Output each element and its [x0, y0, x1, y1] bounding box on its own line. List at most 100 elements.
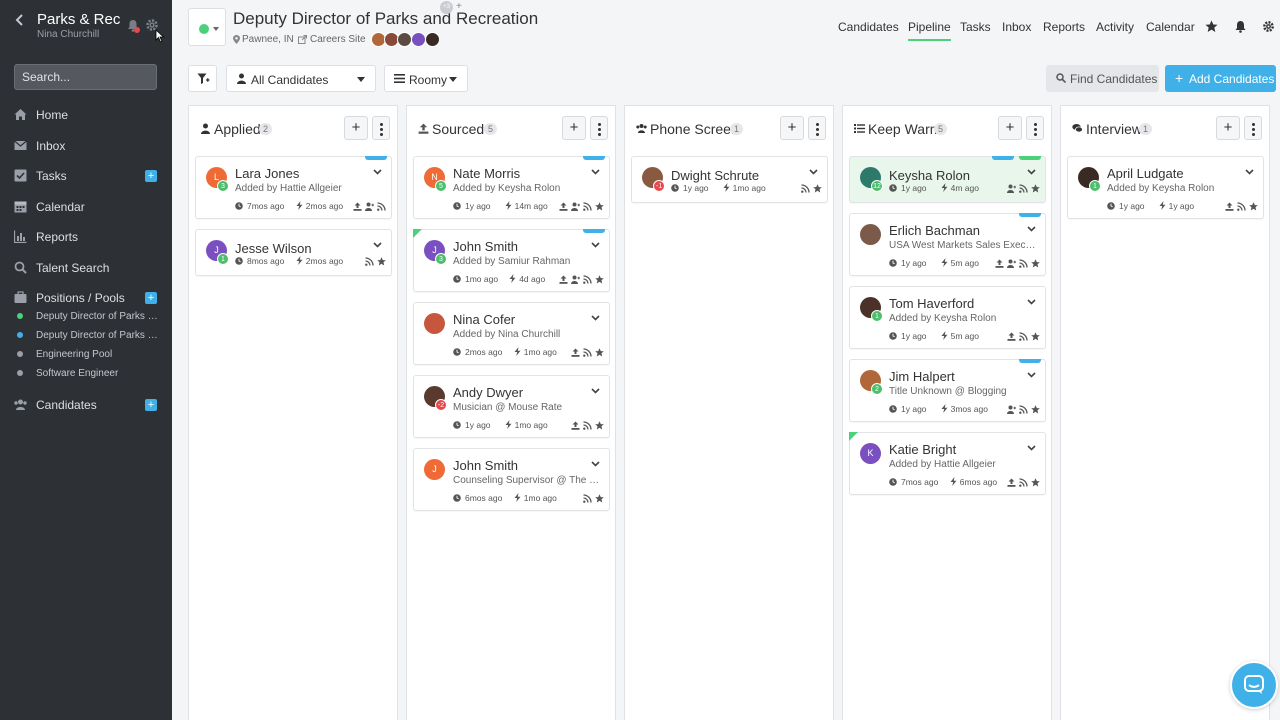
candidate-name[interactable]: Erlich Bachman: [889, 223, 980, 238]
avatar[interactable]: J: [424, 459, 445, 480]
position-item[interactable]: Deputy Director of Parks and Recreation: [0, 308, 172, 326]
nav-tasks[interactable]: Tasks +: [0, 164, 172, 188]
candidate-name[interactable]: Andy Dwyer: [453, 385, 523, 400]
candidate-name[interactable]: April Ludgate: [1107, 166, 1184, 181]
nav-inbox[interactable]: Inbox: [0, 134, 172, 158]
bell-icon[interactable]: [1234, 20, 1247, 33]
team-more-badge[interactable]: +3: [440, 1, 453, 14]
chevron-down-icon[interactable]: [1245, 169, 1254, 175]
candidate-name[interactable]: Lara Jones: [235, 166, 299, 181]
chevron-down-icon[interactable]: [373, 169, 382, 175]
chevron-down-icon[interactable]: [591, 388, 600, 394]
candidate-name[interactable]: Keysha Rolon: [889, 168, 970, 183]
chevron-down-icon[interactable]: [1027, 169, 1036, 175]
careers-site-link[interactable]: Careers Site: [310, 34, 366, 45]
org-name[interactable]: Parks & Rec: [37, 11, 120, 28]
tab-pipeline[interactable]: Pipeline: [908, 20, 951, 41]
pipeline-column: Keep Warm 5 +12 Keysha Rolon 1y ago 4m ago Erl…: [842, 105, 1052, 720]
nav-positions-pools[interactable]: Positions / Pools +: [0, 286, 172, 310]
add-to-stage-button[interactable]: +: [1216, 116, 1240, 140]
candidate-card[interactable]: 1 Tom Haverford Added by Keysha Rolon 1y ag…: [849, 286, 1046, 349]
tab-calendar[interactable]: Calendar: [1146, 20, 1195, 34]
star-icon[interactable]: [1205, 20, 1218, 33]
candidate-card[interactable]: L 3 Lara Jones Added by Hattie Allgeier 7mos…: [195, 156, 392, 219]
candidate-card[interactable]: -2 Andy Dwyer Musician @ Mouse Rate 1y ago 1…: [413, 375, 610, 438]
nav-reports[interactable]: Reports: [0, 225, 172, 249]
candidate-card[interactable]: J John Smith Counseling Supervisor @ The W…: [413, 448, 610, 511]
tab-tasks[interactable]: Tasks: [960, 20, 991, 34]
candidate-name[interactable]: Tom Haverford: [889, 296, 974, 311]
chevron-down-icon[interactable]: [1027, 372, 1036, 378]
candidate-card[interactable]: K Katie Bright Added by Hattie Allgeier 7mo…: [849, 432, 1046, 495]
nav-candidates[interactable]: Candidates +: [0, 393, 172, 417]
rss-icon: [583, 202, 592, 212]
add-to-stage-button[interactable]: +: [562, 116, 586, 140]
add-position-button[interactable]: +: [145, 292, 157, 304]
nav-home[interactable]: Home: [0, 103, 172, 127]
add-task-button[interactable]: +: [145, 170, 157, 182]
chevron-down-icon[interactable]: [1027, 226, 1036, 232]
column-menu-button[interactable]: [808, 116, 826, 140]
column-menu-button[interactable]: [1026, 116, 1044, 140]
find-candidates-button[interactable]: Find Candidates: [1046, 65, 1159, 92]
add-to-stage-button[interactable]: +: [780, 116, 804, 140]
add-to-stage-button[interactable]: +: [998, 116, 1022, 140]
candidate-card[interactable]: Erlich Bachman USA West Markets Sales Exe…: [849, 213, 1046, 276]
candidate-card[interactable]: Nina Cofer Added by Nina Churchill 2mos ag…: [413, 302, 610, 365]
chevron-down-icon[interactable]: [591, 315, 600, 321]
view-mode-select[interactable]: Roomy: [384, 65, 468, 92]
candidate-card[interactable]: J 3 John Smith Added by Samiur Rahman 1mo ag…: [413, 229, 610, 292]
tab-inbox[interactable]: Inbox: [1002, 20, 1031, 34]
candidate-card[interactable]: -1 Dwight Schrute 1y ago 1mo ago: [631, 156, 828, 203]
candidates-filter-select[interactable]: All Candidates: [226, 65, 376, 92]
chevron-down-icon[interactable]: [1027, 299, 1036, 305]
position-item[interactable]: Engineering Pool: [0, 346, 172, 364]
gear-icon[interactable]: [1262, 20, 1275, 33]
upload-icon: [1007, 478, 1016, 488]
add-candidate-nav-button[interactable]: +: [145, 399, 157, 411]
job-status-dropdown[interactable]: [188, 8, 226, 46]
filter-button[interactable]: [188, 65, 217, 92]
candidate-card[interactable]: J 1 Jesse Wilson 8mos ago 2mos ago: [195, 229, 392, 276]
sidebar-search-input[interactable]: [14, 64, 157, 90]
candidate-card[interactable]: 1 April Ludgate Added by Keysha Rolon 1y ag…: [1067, 156, 1264, 219]
candidate-name[interactable]: Jesse Wilson: [235, 241, 312, 256]
chevron-down-icon[interactable]: [591, 242, 600, 248]
avatar[interactable]: [860, 224, 881, 245]
candidate-name[interactable]: John Smith: [453, 239, 518, 254]
column-menu-button[interactable]: [590, 116, 608, 140]
avatar[interactable]: K: [860, 443, 881, 464]
candidate-name[interactable]: Nate Morris: [453, 166, 520, 181]
chevron-down-icon[interactable]: [591, 169, 600, 175]
candidate-name[interactable]: Katie Bright: [889, 442, 956, 457]
chevron-down-icon[interactable]: [373, 242, 382, 248]
chevron-down-icon[interactable]: [809, 169, 818, 175]
add-candidates-button[interactable]: + Add Candidates: [1165, 65, 1276, 92]
position-item[interactable]: Deputy Director of Parks and Recreation: [0, 327, 172, 345]
candidate-card[interactable]: 2 Jim Halpert Title Unknown @ Blogging 1y a…: [849, 359, 1046, 422]
column-menu-button[interactable]: [372, 116, 390, 140]
chevron-down-icon[interactable]: [1027, 445, 1036, 451]
add-candidates-label: Add Candidates: [1189, 72, 1275, 86]
candidate-name[interactable]: Dwight Schrute: [671, 168, 759, 183]
tab-reports[interactable]: Reports: [1043, 20, 1085, 34]
nav-talent-search[interactable]: Talent Search: [0, 256, 172, 280]
nav-calendar[interactable]: Calendar: [0, 195, 172, 219]
position-item[interactable]: Software Engineer: [0, 365, 172, 383]
candidate-card[interactable]: N 5 Nate Morris Added by Keysha Rolon 1y ago…: [413, 156, 610, 219]
candidate-name[interactable]: John Smith: [453, 458, 518, 473]
candidate-name[interactable]: Nina Cofer: [453, 312, 515, 327]
chevron-down-icon[interactable]: [591, 461, 600, 467]
tab-candidates[interactable]: Candidates: [838, 20, 899, 34]
add-team-member-button[interactable]: +: [456, 1, 462, 12]
avatar[interactable]: [424, 313, 445, 334]
candidate-card[interactable]: 12 Keysha Rolon 1y ago 4m ago: [849, 156, 1046, 203]
column-menu-button[interactable]: [1244, 116, 1262, 140]
chevron-left-icon[interactable]: [13, 13, 27, 27]
time-in-stage-value: 7mos ago: [901, 477, 939, 487]
chat-launcher-button[interactable]: [1230, 661, 1278, 709]
add-to-stage-button[interactable]: +: [344, 116, 368, 140]
column-header: Interview 1 +: [1061, 106, 1269, 150]
candidate-name[interactable]: Jim Halpert: [889, 369, 955, 384]
tab-activity[interactable]: Activity: [1096, 20, 1134, 34]
